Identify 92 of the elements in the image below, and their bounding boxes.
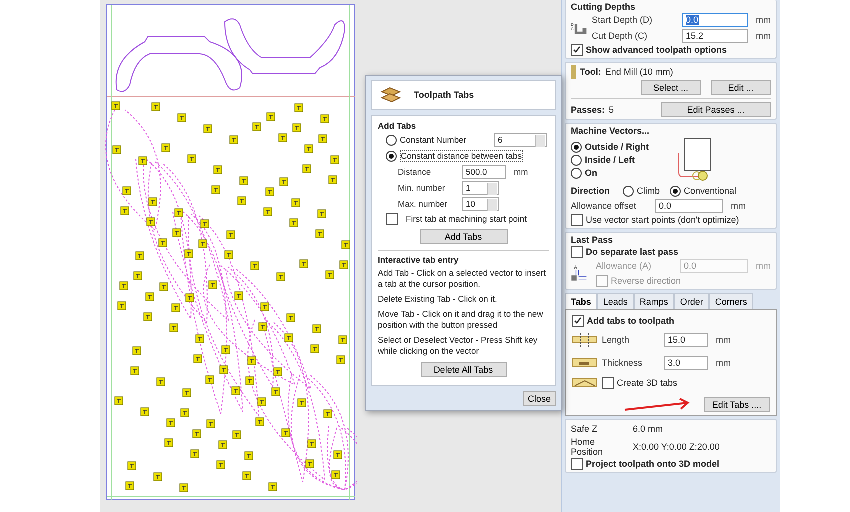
group-heading: Machine Vectors...	[571, 126, 651, 136]
summary-label: Safe Z	[571, 424, 599, 434]
field-label: Cut Depth (C)	[592, 31, 649, 41]
checkbox-label: Do separate last pass	[586, 247, 679, 257]
tool-label: Tool:	[580, 67, 602, 77]
section-heading: Interactive tab entry	[378, 255, 460, 265]
number-spinner[interactable]: 1	[462, 181, 499, 195]
tab[interactable]: Corners	[709, 293, 754, 310]
checkbox-label: Add tabs to toolpath	[587, 316, 674, 326]
radio-button[interactable]	[571, 168, 582, 178]
tab[interactable]: Leads	[597, 293, 634, 310]
checkbox[interactable]	[571, 214, 583, 226]
unit-label: mm	[756, 31, 771, 41]
passes-count: 5	[609, 104, 616, 114]
radio-button[interactable]	[386, 150, 397, 162]
tab[interactable]: Order	[674, 293, 710, 310]
radio-button[interactable]	[571, 142, 582, 152]
radio-button[interactable]	[670, 186, 682, 196]
radio-label: Outside / Right	[585, 142, 649, 152]
allowance-label: Allowance (A)	[596, 261, 653, 271]
delete-all-tabs-button[interactable]: Delete All Tabs	[420, 362, 506, 377]
number-spinner[interactable]: 6	[494, 133, 547, 147]
radio-label: Climb	[637, 186, 660, 196]
checkbox-label: Project toolpath onto 3D model	[586, 459, 720, 469]
unit-label: mm	[731, 201, 746, 211]
radio-button[interactable]	[386, 134, 397, 146]
unit-label: mm	[514, 167, 528, 177]
allowance-label: Allowance offset	[571, 201, 638, 211]
checkbox-label: Create 3D tabs	[617, 378, 678, 388]
close-button[interactable]: Close	[522, 391, 556, 406]
unit-label: mm	[756, 15, 771, 25]
end-mill-icon	[571, 65, 576, 79]
checkbox[interactable]	[386, 213, 398, 225]
summary-value: 6.0 mm	[633, 424, 664, 434]
group-heading: Last Pass	[571, 235, 614, 245]
checkbox[interactable]	[602, 377, 614, 389]
direction-label: Direction	[571, 186, 612, 196]
field-label: Max. number	[398, 199, 449, 209]
tab-size-input[interactable]: 3.0	[664, 356, 708, 370]
field-label: Distance	[398, 167, 432, 177]
allowance-input[interactable]: 0.0	[655, 199, 723, 213]
group-heading: Cutting Depths	[571, 2, 636, 12]
edit-tabs-button[interactable]: Edit Tabs ....	[704, 397, 770, 412]
tab-thickness-icon	[572, 358, 598, 368]
checkbox[interactable]	[596, 275, 608, 287]
instruction-text: Delete Existing Tab - Click on it.	[378, 294, 498, 305]
field-label: Start Depth (D)	[592, 15, 654, 25]
arrow-annotation-icon	[624, 398, 692, 412]
unit-label: mm	[716, 358, 731, 368]
radio-label: Constant Number	[400, 135, 468, 145]
radio-button[interactable]	[571, 154, 582, 166]
field-label: Min. number	[398, 183, 446, 193]
summary-label: Home Position	[571, 437, 604, 457]
instruction-text: Select or Deselect Vector - Press Shift key while clicking on the vector	[378, 335, 539, 357]
checkbox[interactable]	[572, 315, 584, 327]
add-tabs-button[interactable]: Add Tabs	[420, 229, 508, 244]
unit-label: mm	[756, 261, 771, 271]
section-heading: Add Tabs	[378, 121, 418, 131]
tool-button[interactable]: Select ...	[641, 80, 701, 95]
tab-size-input[interactable]: 15.0	[664, 333, 708, 347]
radio-label: Conventional	[684, 186, 737, 196]
field-label: Length	[602, 335, 631, 345]
unit-label: mm	[716, 335, 731, 345]
checkbox[interactable]	[571, 458, 583, 470]
checkbox[interactable]	[571, 44, 583, 56]
instruction-text: Move Tab - Click on it and drag it to the new position with the button pressed	[378, 309, 544, 331]
tabs-icon	[380, 86, 402, 104]
distance-input[interactable]: 500.0	[462, 165, 506, 179]
tab[interactable]: Ramps	[634, 293, 674, 310]
tab[interactable]: Tabs	[565, 293, 598, 310]
passes-label: Passes:	[571, 104, 606, 114]
checkbox-label: Use vector start points (don't optimize)	[586, 215, 740, 225]
instruction-text: Add Tab - Click on a selected vector to insert a tab at the cursor position.	[378, 268, 548, 290]
radio-button[interactable]	[623, 186, 634, 196]
tool-button[interactable]: Edit ...	[711, 80, 771, 95]
depth-input[interactable]: 0.0	[682, 13, 748, 27]
3d-tab-icon	[572, 378, 598, 388]
tab-length-icon	[572, 332, 598, 348]
radio-label: Inside / Left	[585, 155, 636, 165]
checkbox-label: Reverse direction	[611, 276, 682, 286]
number-spinner[interactable]: 10	[462, 197, 499, 211]
radio-label: Constant distance between tabs	[400, 150, 523, 162]
checkbox[interactable]	[571, 246, 583, 258]
summary-value: X:0.00 Y:0.00 Z:20.00	[633, 442, 720, 452]
field-label: Thickness	[602, 358, 644, 368]
tool-name: End Mill (10 mm)	[605, 67, 674, 77]
edit-passes-button[interactable]: Edit Passes ...	[661, 102, 771, 117]
dialog-title: Toolpath Tabs	[414, 90, 474, 100]
checkbox-label: First tab at machining start point	[406, 214, 527, 224]
radio-label: On	[585, 168, 598, 178]
checkbox-label: Show advanced toolpath options	[586, 45, 728, 55]
depth-input[interactable]: 15.2	[682, 29, 748, 43]
